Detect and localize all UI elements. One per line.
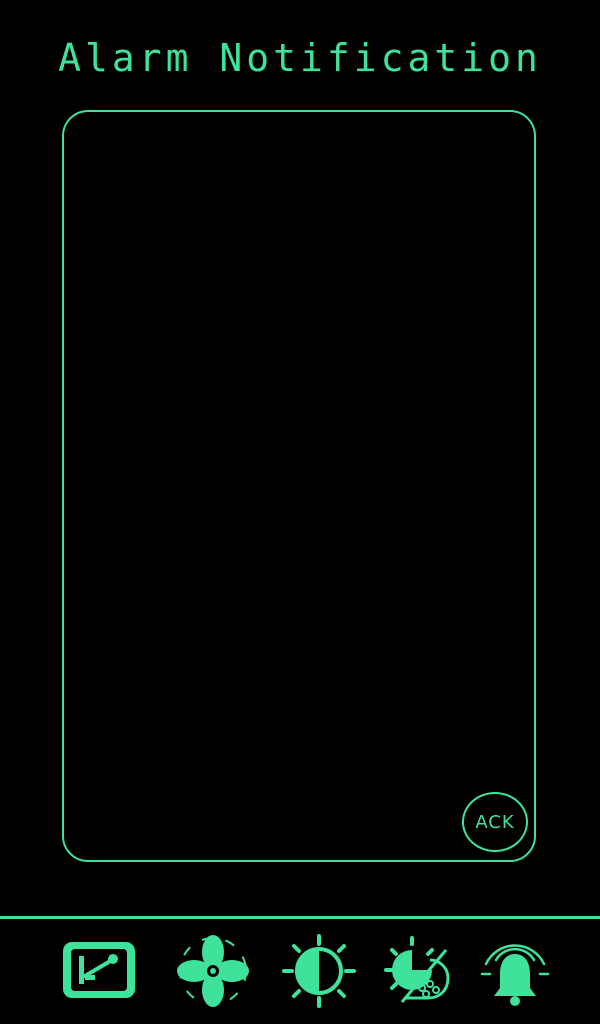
lever-switch-icon [63,942,135,998]
fan-icon [177,935,249,1007]
page-title: Alarm Notification [58,36,542,80]
nav-divider [0,916,600,919]
nav-item-fan[interactable] [172,930,256,1014]
ack-button[interactable]: ACK [462,792,528,852]
weather-sun-cloud-icon [384,936,450,1003]
nav-item-brightness[interactable] [278,930,362,1014]
nav-item-alarm[interactable] [474,930,558,1014]
alarm-list-panel [62,110,536,862]
contrast-icon [282,934,356,1008]
bottom-nav [0,930,600,1014]
nav-item-weather[interactable] [378,930,462,1014]
bell-alarm-icon [480,944,550,1006]
nav-item-controls[interactable] [58,930,142,1014]
